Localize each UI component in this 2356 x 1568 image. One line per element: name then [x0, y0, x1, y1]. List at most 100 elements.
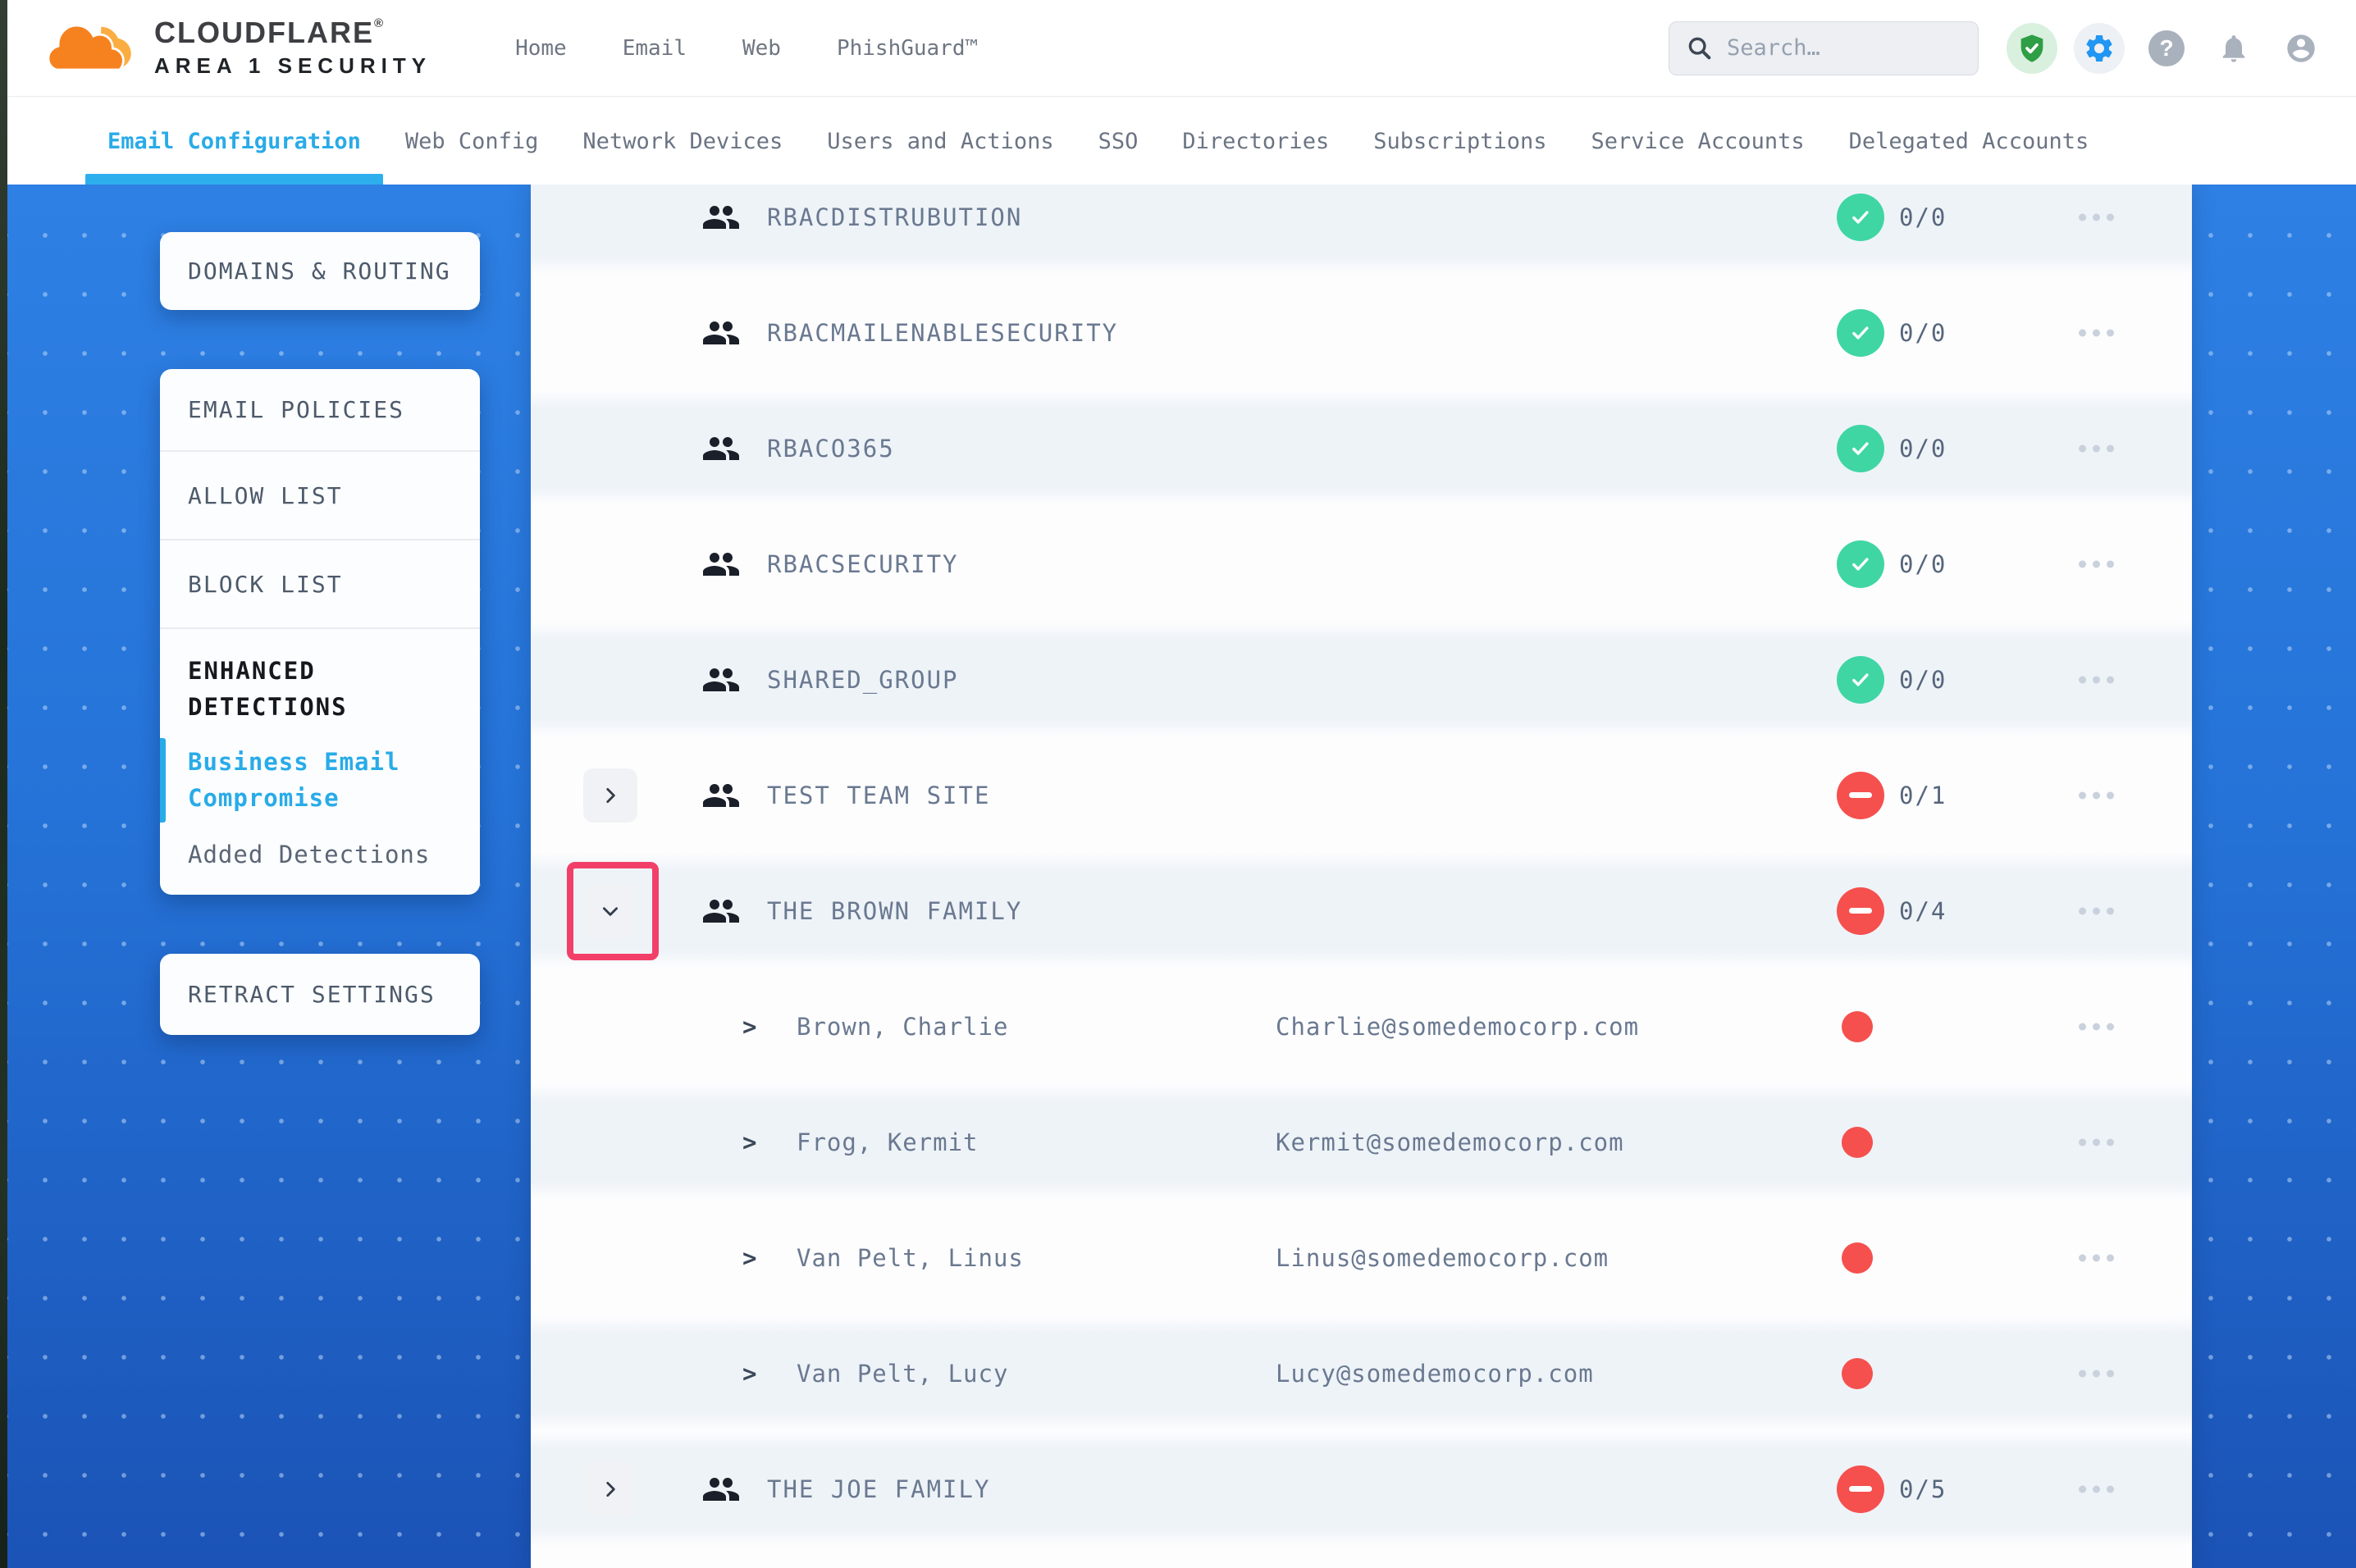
row-name: RBACMAILENABLESECURITY — [767, 319, 1118, 347]
sidebar-item-domains-routing[interactable]: DOMAINS & ROUTING — [160, 232, 480, 310]
expand-toggle-button[interactable] — [583, 768, 637, 823]
desktop-edge-strip — [0, 0, 7, 1568]
status-blocked-icon — [1837, 772, 1884, 819]
row-name: RBACDISTRUBUTION — [767, 203, 1022, 231]
status-ok-icon — [1837, 540, 1884, 588]
group-people-icon — [701, 429, 741, 468]
member-caret-icon: > — [742, 1013, 756, 1041]
cloudflare-logo[interactable]: CLOUDFLARE® AREA 1 SECURITY — [48, 17, 431, 79]
minus-glyph — [1849, 792, 1872, 798]
expand-toggle-button[interactable] — [583, 884, 637, 938]
sidebar-item-email-policies[interactable]: EMAIL POLICIES — [160, 369, 480, 452]
row-menu-button[interactable] — [2074, 549, 2119, 579]
tab-network-devices[interactable]: Network Devices — [560, 98, 805, 185]
registered-mark: ® — [374, 16, 385, 30]
member-count: 0/0 — [1899, 550, 1947, 578]
tab-subscriptions[interactable]: Subscriptions — [1351, 98, 1568, 185]
status-flag-dot — [1842, 1127, 1873, 1158]
account-icon[interactable] — [2276, 23, 2326, 74]
row-menu-button[interactable] — [2074, 1127, 2119, 1157]
member-count: 0/1 — [1899, 782, 1947, 809]
group-row-rbacdistrubution: RBACDISTRUBUTION 0/0 — [531, 185, 2192, 275]
groups-panel: RBACDISTRUBUTION 0/0 RBACMAILENABLESECUR… — [531, 185, 2192, 1568]
sidebar-item-allow-list[interactable]: ALLOW LIST — [160, 452, 480, 540]
chevron-right-icon — [600, 785, 621, 806]
row-menu-button[interactable] — [2074, 317, 2119, 348]
row-menu-button[interactable] — [2074, 1358, 2119, 1388]
question-mark-glyph: ? — [2148, 30, 2185, 66]
brand-name: CLOUDFLARE® — [154, 17, 431, 48]
row-menu-button[interactable] — [2074, 896, 2119, 926]
status-flag-dot — [1842, 1358, 1873, 1389]
row-email: Kermit@somedemocorp.com — [1276, 1128, 1624, 1156]
groups-list: RBACDISTRUBUTION 0/0 RBACMAILENABLESECUR… — [531, 185, 2192, 1547]
search-box[interactable] — [1669, 21, 1979, 75]
row-menu-button[interactable] — [2074, 1474, 2119, 1504]
tab-email-configuration[interactable]: Email Configuration — [85, 98, 383, 185]
expand-toggle-button[interactable] — [583, 1462, 637, 1516]
status-blocked-icon — [1837, 1465, 1884, 1513]
tab-users-and-actions[interactable]: Users and Actions — [805, 98, 1075, 185]
row-menu-button[interactable] — [2074, 1242, 2119, 1273]
row-name: SHARED_GROUP — [767, 666, 959, 694]
active-tab-underline — [85, 174, 383, 185]
sidebar-card-email-policies: EMAIL POLICIES ALLOW LIST BLOCK LIST ENH… — [160, 369, 480, 895]
member-caret-icon: > — [742, 1128, 756, 1156]
nav-item-email[interactable]: Email — [595, 36, 715, 61]
main-nav: HomeEmailWebPhishGuard™ — [487, 36, 1006, 61]
group-row-rbacmailenablesecurity: RBACMAILENABLESECURITY 0/0 — [531, 275, 2192, 390]
group-people-icon — [701, 776, 741, 815]
status-flag-dot — [1842, 1242, 1873, 1274]
row-menu-button[interactable] — [2074, 664, 2119, 695]
row-name: RBACSECURITY — [767, 550, 959, 578]
member-row-frog-kermit: > Frog, Kermit Kermit@somedemocorp.com — [531, 1084, 2192, 1200]
sidebar-item-retract-settings[interactable]: RETRACT SETTINGS — [160, 954, 480, 1035]
app-window: CLOUDFLARE® AREA 1 SECURITY HomeEmailWeb… — [0, 0, 2356, 1568]
member-count: 0/0 — [1899, 203, 1947, 231]
nav-item-home[interactable]: Home — [487, 36, 595, 61]
sidebar-item-block-list[interactable]: BLOCK LIST — [160, 540, 480, 629]
sidebar-item-added-detections[interactable]: Added Detections — [160, 829, 480, 873]
tab-directories[interactable]: Directories — [1160, 98, 1351, 185]
row-name: THE BROWN FAMILY — [767, 897, 1022, 925]
row-email: Linus@somedemocorp.com — [1276, 1244, 1609, 1272]
sidebar-item-business-email-compromise[interactable]: Business Email Compromise — [160, 732, 431, 829]
row-menu-button[interactable] — [2074, 433, 2119, 463]
top-header: CLOUDFLARE® AREA 1 SECURITY HomeEmailWeb… — [0, 0, 2356, 97]
tab-web-config[interactable]: Web Config — [383, 98, 561, 185]
shield-check-icon[interactable] — [2007, 23, 2057, 74]
row-name: Frog, Kermit — [797, 1128, 979, 1156]
nav-item-web[interactable]: Web — [715, 36, 809, 61]
tab-sso[interactable]: SSO — [1076, 98, 1161, 185]
header-actions: ? — [1669, 21, 2326, 75]
section-tabs: Email ConfigurationWeb ConfigNetwork Dev… — [0, 98, 2356, 185]
brand-subtitle: AREA 1 SECURITY — [154, 53, 431, 79]
member-count: 0/0 — [1899, 319, 1947, 347]
tab-service-accounts[interactable]: Service Accounts — [1569, 98, 1827, 185]
member-caret-icon: > — [742, 1360, 756, 1388]
row-menu-button[interactable] — [2074, 780, 2119, 810]
row-menu-button[interactable] — [2074, 202, 2119, 232]
row-name: Van Pelt, Lucy — [797, 1360, 1008, 1388]
member-count: 0/0 — [1899, 435, 1947, 463]
chevron-right-icon — [600, 900, 621, 922]
search-icon — [1686, 34, 1714, 62]
group-people-icon — [701, 891, 741, 931]
row-name: RBACO365 — [767, 435, 895, 463]
search-input[interactable] — [1727, 35, 1961, 61]
member-count: 0/4 — [1899, 897, 1947, 925]
tab-delegated-accounts[interactable]: Delegated Accounts — [1827, 98, 2112, 185]
group-row-test-team-site: TEST TEAM SITE 0/1 — [531, 737, 2192, 853]
notifications-bell-icon[interactable] — [2208, 23, 2259, 74]
row-menu-button[interactable] — [2074, 1011, 2119, 1042]
settings-gear-icon[interactable] — [2074, 23, 2125, 74]
nav-item-phishguard[interactable]: PhishGuard™ — [809, 36, 1006, 61]
member-row-brown-charlie: > Brown, Charlie Charlie@somedemocorp.co… — [531, 969, 2192, 1084]
minus-glyph — [1849, 908, 1872, 914]
member-caret-icon: > — [742, 1244, 756, 1272]
member-row-van-pelt-linus: > Van Pelt, Linus Linus@somedemocorp.com — [531, 1200, 2192, 1315]
sidebar-item-label: Business Email Compromise — [188, 748, 400, 812]
help-icon[interactable]: ? — [2141, 23, 2192, 74]
group-people-icon — [701, 1470, 741, 1509]
group-people-icon — [701, 313, 741, 353]
